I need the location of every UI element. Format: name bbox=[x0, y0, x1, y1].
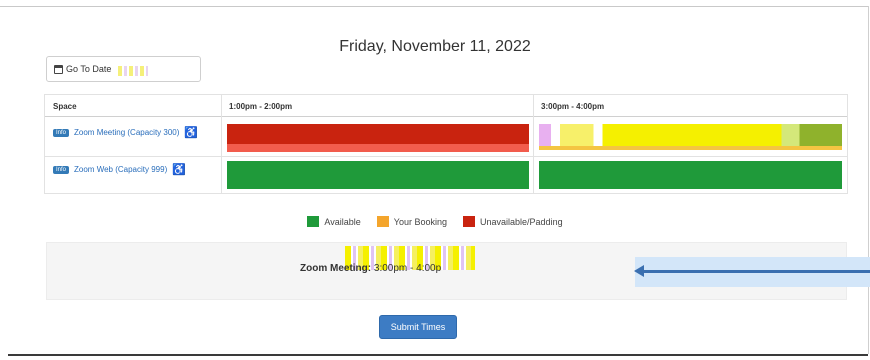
slot-unavailable bbox=[227, 124, 529, 144]
space-column-header: Space bbox=[53, 102, 77, 111]
slot-padding bbox=[227, 144, 529, 152]
row-divider bbox=[45, 156, 847, 157]
slot-your-booking-strip bbox=[539, 146, 842, 150]
window-frame-right bbox=[868, 6, 869, 354]
image-artifact bbox=[118, 66, 148, 76]
selected-booking: Zoom Meeting: 3:00pm - 4:00p bbox=[300, 263, 441, 274]
column-divider bbox=[533, 95, 534, 193]
slot-available[interactable] bbox=[227, 161, 529, 189]
unavailable-swatch bbox=[463, 216, 476, 227]
legend: Available Your Booking Unavailable/Paddi… bbox=[0, 216, 870, 227]
window-frame-bottom bbox=[8, 354, 868, 356]
selected-time: 3:00pm - 4:00p bbox=[373, 263, 442, 274]
info-button[interactable]: Info bbox=[53, 128, 70, 137]
legend-item-unavailable: Unavailable/Padding bbox=[463, 216, 563, 227]
wheelchair-icon: ♿ bbox=[172, 164, 186, 176]
arrow-left-icon bbox=[634, 265, 644, 277]
time-column-header: 1:00pm - 2:00pm bbox=[229, 102, 293, 111]
column-divider bbox=[221, 95, 222, 193]
wheelchair-icon: ♿ bbox=[184, 127, 199, 139]
legend-label: Your Booking bbox=[393, 216, 448, 227]
available-swatch bbox=[307, 216, 320, 227]
legend-item-available: Available bbox=[307, 216, 361, 227]
space-row-zoom-meeting: Info Zoom Meeting (Capacity 300) ♿ bbox=[53, 126, 198, 139]
legend-label: Available bbox=[324, 216, 361, 227]
space-row-zoom-web: Info Zoom Web (Capacity 999) ♿ bbox=[53, 163, 186, 176]
info-button[interactable]: Info bbox=[53, 165, 70, 174]
calendar-icon bbox=[54, 64, 63, 74]
window-frame-top bbox=[0, 6, 868, 7]
slot-your-booking[interactable] bbox=[539, 124, 842, 146]
legend-label: Unavailable/Padding bbox=[480, 216, 563, 227]
space-link[interactable]: Zoom Web (Capacity 999) bbox=[74, 165, 167, 174]
legend-item-your-booking: Your Booking bbox=[376, 216, 448, 227]
page-title: Friday, November 11, 2022 bbox=[339, 38, 531, 55]
slot-available[interactable] bbox=[539, 161, 842, 189]
submit-times-button[interactable]: Submit Times bbox=[379, 315, 457, 339]
go-to-date-label: Go To Date bbox=[66, 64, 112, 74]
space-link[interactable]: Zoom Meeting (Capacity 300) bbox=[74, 128, 179, 137]
grid-header-row: Space 1:00pm - 2:00pm 3:00pm - 4:00pm bbox=[45, 95, 847, 117]
selected-space-label: Zoom Meeting: bbox=[300, 263, 372, 274]
your-booking-swatch bbox=[376, 216, 389, 227]
time-column-header: 3:00pm - 4:00pm bbox=[541, 102, 605, 111]
annotation-arrow-shaft bbox=[642, 270, 870, 273]
